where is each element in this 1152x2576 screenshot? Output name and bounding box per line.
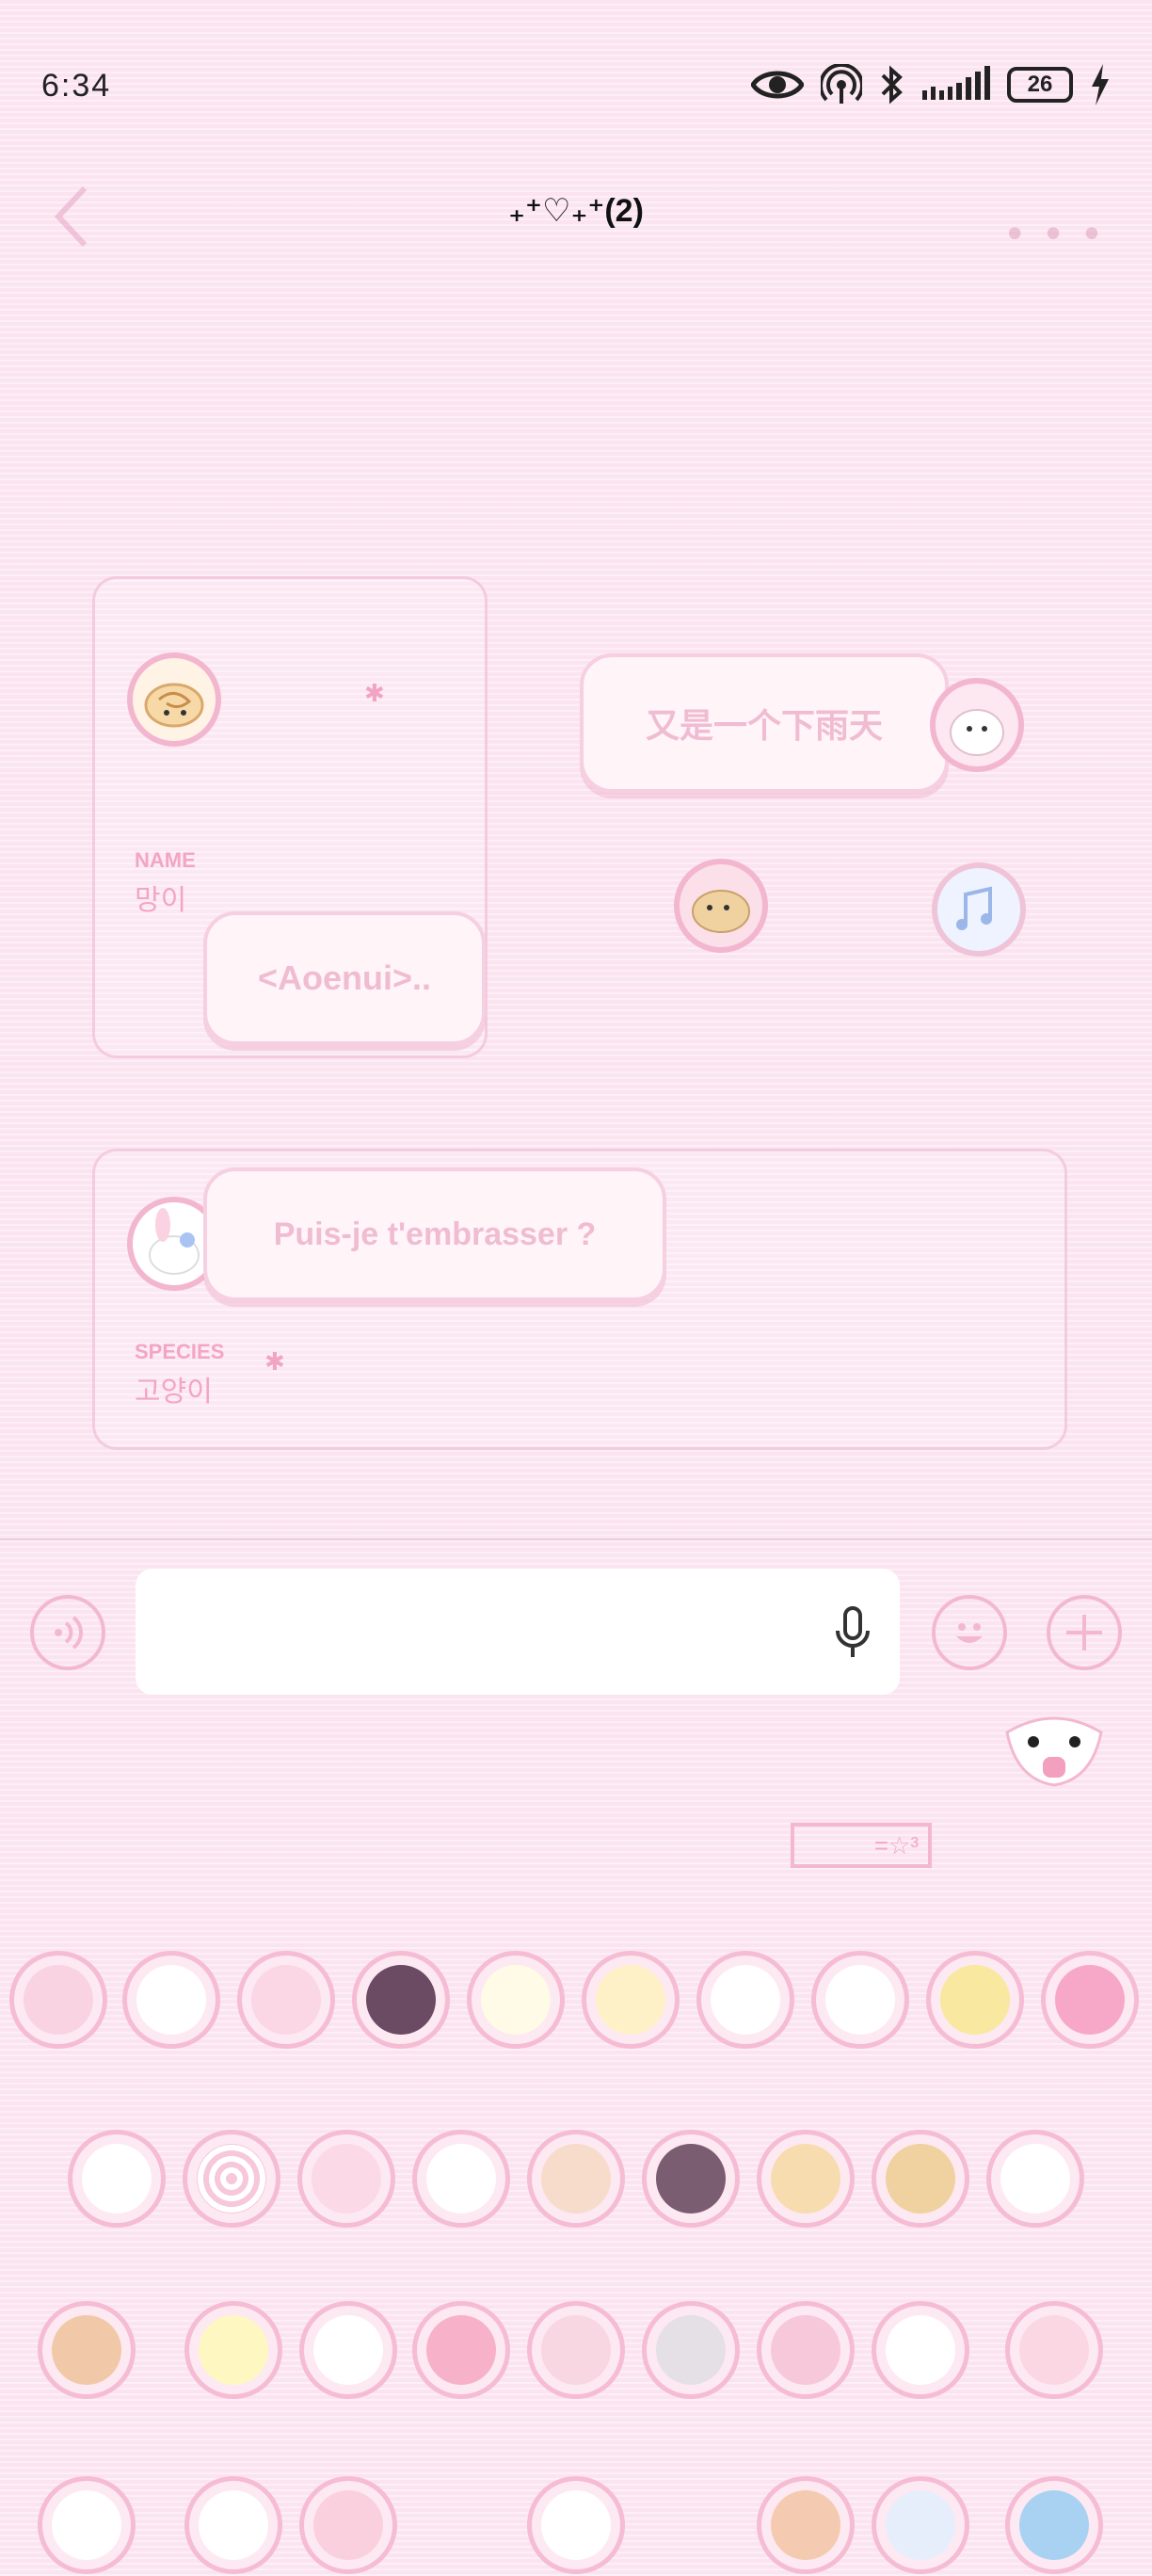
- species-value: 고양이: [135, 1377, 213, 1408]
- music-note-icon: [956, 886, 992, 930]
- emoji-icon: [956, 1623, 983, 1643]
- music-avatar[interactable]: [932, 862, 1026, 957]
- chat-title: ₊⁺♡₊⁺(2): [508, 193, 644, 229]
- sticker-chick-face[interactable]: [122, 1951, 220, 2049]
- seal-icon: [950, 709, 1004, 756]
- battery-level: 26: [1027, 72, 1053, 97]
- mic-icon[interactable]: [834, 1606, 872, 1659]
- more-options-button[interactable]: • • •: [1007, 207, 1105, 258]
- sticker-white-bunny[interactable]: [811, 1951, 909, 2049]
- star-decoration: ✱: [364, 679, 385, 707]
- sticker-pink-anime[interactable]: [299, 2476, 397, 2574]
- sticker-mochi[interactable]: [38, 2476, 136, 2574]
- name-label: NAME: [135, 848, 196, 872]
- sticker-bear-sit[interactable]: [696, 1951, 794, 2049]
- hamster-avatar[interactable]: [674, 859, 768, 953]
- sticker-brown-girl[interactable]: [757, 2476, 855, 2574]
- bluetooth-icon: [881, 65, 903, 105]
- sticker-octopus[interactable]: [68, 2130, 166, 2228]
- voice-icon: [55, 1616, 83, 1650]
- message-bubble-embrasser[interactable]: Puis-je t'embrasser ?: [203, 1167, 666, 1301]
- sticker-hamster[interactable]: [872, 2130, 969, 2228]
- sticker-pink-dots[interactable]: [757, 2301, 855, 2399]
- seal-avatar[interactable]: [930, 678, 1024, 772]
- star-decoration-2: ✱: [264, 1347, 285, 1376]
- sticker-strawberry[interactable]: [412, 2301, 510, 2399]
- message-bubble-aoenui[interactable]: <Aoenui>..: [203, 911, 486, 1045]
- sticker-spiral[interactable]: [183, 2130, 280, 2228]
- emoji-button[interactable]: [932, 1595, 1007, 1670]
- eye-icon: [751, 71, 804, 99]
- sticker-pink-girl[interactable]: [9, 1951, 107, 2049]
- sticker-cat[interactable]: [527, 2130, 625, 2228]
- sticker-pink-pony[interactable]: [1041, 1951, 1139, 2049]
- name-value: 망이: [135, 885, 187, 916]
- sticker-girl-dark[interactable]: [642, 2130, 740, 2228]
- sticker-yellow-chick[interactable]: [184, 2301, 282, 2399]
- status-icons: 26: [751, 64, 1111, 105]
- signal-icon: [922, 66, 990, 100]
- battery-icon: 26: [1007, 67, 1073, 103]
- sticker-cinnamon-bun[interactable]: [757, 2130, 855, 2228]
- sticker-sumikko[interactable]: [872, 2476, 969, 2574]
- bun-icon: [144, 683, 204, 728]
- cinnamoroll-avatar[interactable]: [127, 652, 221, 747]
- sticker-blonde-girl[interactable]: [299, 2301, 397, 2399]
- voice-button[interactable]: [30, 1595, 105, 1670]
- message-bubble-rainy-day[interactable]: 又是一个下雨天: [580, 653, 949, 793]
- message-input[interactable]: [136, 1569, 900, 1695]
- sticker-pink-hair-girl[interactable]: [1005, 2301, 1103, 2399]
- sticker-cinnamoroll[interactable]: [986, 2130, 1084, 2228]
- sticker-bow-character[interactable]: [582, 1951, 680, 2049]
- species-label: SPECIES: [135, 1340, 225, 1363]
- sticker-he-him[interactable]: [184, 2476, 282, 2574]
- hotspot-icon: [821, 64, 862, 104]
- hamster-icon: [692, 890, 750, 933]
- status-time: 6:34: [41, 68, 112, 104]
- sticker-seal[interactable]: [412, 2130, 510, 2228]
- plus-button[interactable]: [1047, 1595, 1122, 1670]
- sticker-kawaii-face[interactable]: [527, 2476, 625, 2574]
- sticker-pony[interactable]: [926, 1951, 1024, 2049]
- chat-header: ₊⁺♡₊⁺(2) • • •: [0, 151, 1152, 292]
- sticker-tag: =☆³: [791, 1823, 932, 1868]
- sticker-grey-cat[interactable]: [642, 2301, 740, 2399]
- charging-icon: [1092, 64, 1109, 105]
- status-bar: 6:34 26: [0, 0, 1152, 141]
- face-sticker-icon[interactable]: [998, 1714, 1111, 1789]
- sticker-slug[interactable]: [467, 1951, 565, 2049]
- sticker-rilakkuma[interactable]: [297, 2130, 395, 2228]
- sticker-laughing-girl[interactable]: [38, 2301, 136, 2399]
- sticker-dark-hair-girl[interactable]: [352, 1951, 450, 2049]
- sticker-pink-drip[interactable]: [237, 1951, 335, 2049]
- sticker-bear-pink[interactable]: [527, 2301, 625, 2399]
- plus-icon: [1066, 1615, 1102, 1650]
- sticker-blue-hair[interactable]: [1005, 2476, 1103, 2574]
- sticker-white-cat[interactable]: [872, 2301, 969, 2399]
- input-bar: [0, 1538, 1152, 1708]
